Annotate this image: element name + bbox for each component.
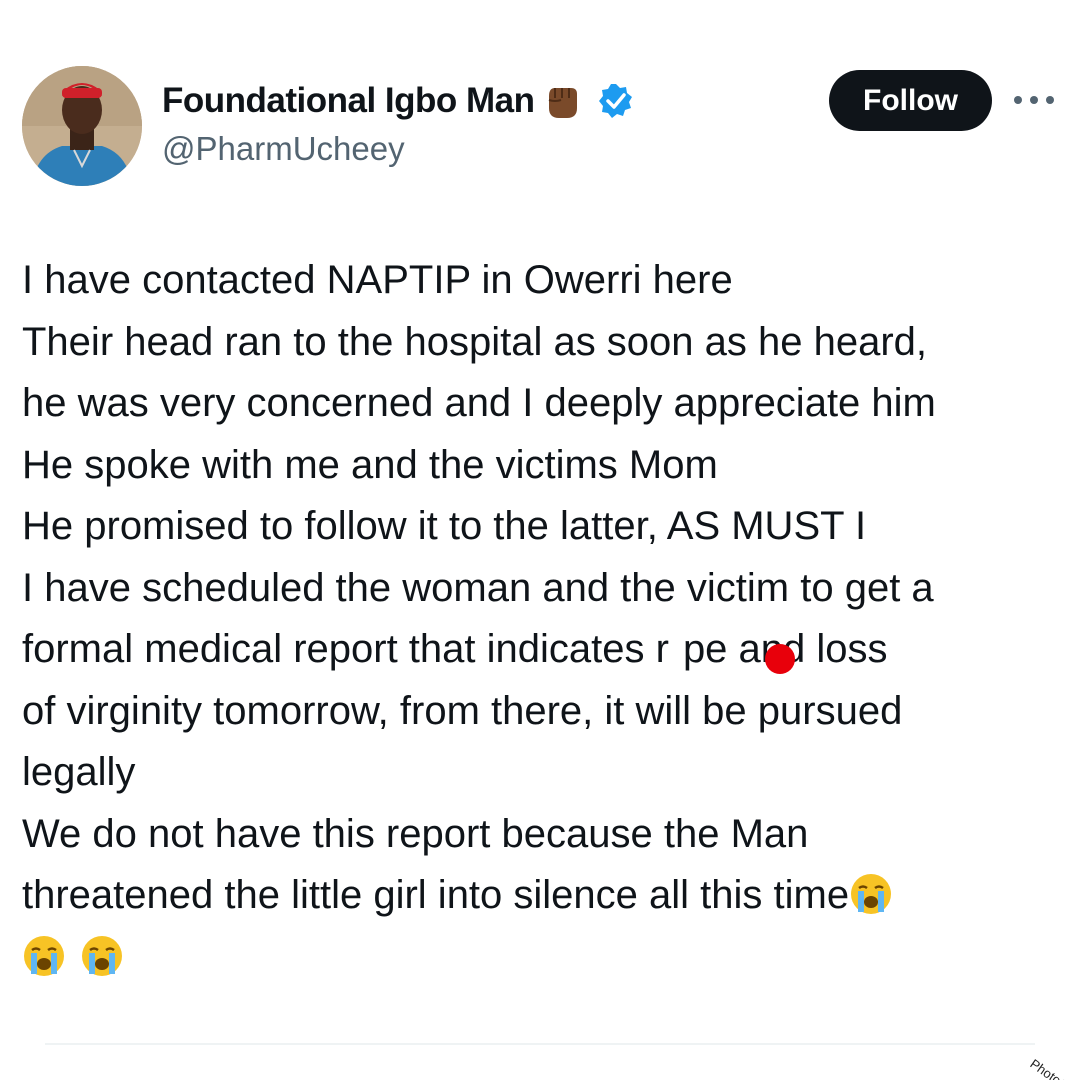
verified-badge-icon (597, 82, 635, 120)
author-handle[interactable]: @PharmUcheey (162, 130, 405, 168)
tweet-line: He promised to follow it to the latter, … (22, 504, 867, 548)
tweet-line: Their head ran to the hospital as soon a… (22, 319, 928, 364)
tweet-screenshot: Foundational Igbo Man @PharmUcheey Follo… (0, 0, 1080, 1080)
tweet-line-part: formal medical report that indicates r (22, 627, 669, 671)
tweet-line: he was very concerned and I deeply appre… (22, 381, 936, 425)
tweet-line: We do not have this report because the M… (22, 811, 809, 856)
raised-fist-icon (541, 80, 583, 122)
loudly-crying-face-icon (849, 872, 893, 916)
tweet-line: of virginity tomorrow, from there, it wi… (22, 688, 903, 733)
tweet-line: legally (22, 750, 136, 794)
loudly-crying-face-icon (80, 934, 124, 978)
avatar-image (22, 66, 142, 186)
author-display-name[interactable]: Foundational Igbo Man (162, 81, 535, 121)
tweet-line: I have contacted NAPTIP in Owerri here (22, 258, 733, 302)
follow-button[interactable]: Follow (829, 70, 992, 131)
watermark: PhotoG (1027, 1056, 1073, 1080)
avatar[interactable] (22, 66, 142, 186)
redaction-dot (765, 644, 795, 674)
tweet-line: threatened the little girl into silence … (22, 865, 1072, 927)
author-name-row: Foundational Igbo Man (162, 78, 635, 124)
more-horizontal-icon[interactable] (1014, 92, 1054, 108)
emoji-line (22, 927, 1072, 989)
tweet-line: formal medical report that indicates r pe… (22, 619, 1072, 681)
tweet-line: I have scheduled the woman and the victi… (22, 565, 934, 610)
tweet-line: He spoke with me and the victims Mom (22, 442, 718, 487)
divider (45, 1043, 1035, 1045)
tweet-line-part: threatened the little girl into silence … (22, 873, 850, 917)
tweet-text: I have contacted NAPTIP in Owerri here T… (22, 250, 1072, 988)
loudly-crying-face-icon (22, 934, 66, 978)
